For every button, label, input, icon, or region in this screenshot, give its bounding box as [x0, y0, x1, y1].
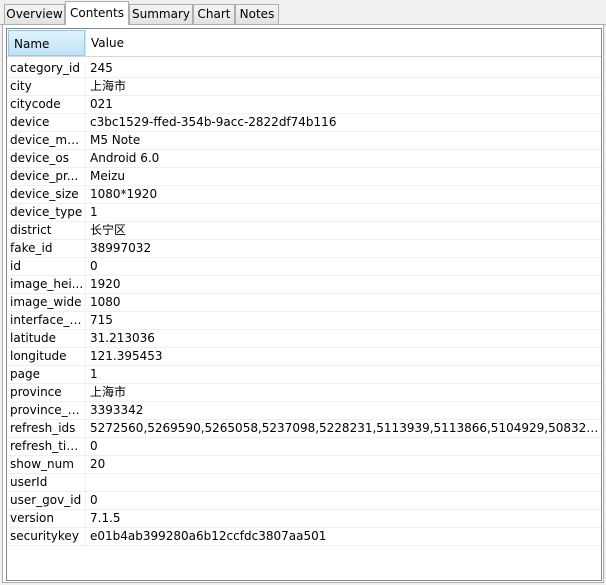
property-value: 38997032: [85, 240, 601, 257]
property-value: 1: [85, 204, 601, 221]
contents-panel: Name Value category_id 245 city 上海市 citycode…: [2, 25, 604, 583]
property-value: 31.213036: [85, 330, 601, 347]
property-name: device_pr...: [10, 169, 79, 183]
property-name: securitykey: [10, 529, 79, 543]
list-item[interactable]: device_size 1080*1920: [7, 186, 601, 204]
property-value: 上海市: [85, 78, 601, 95]
property-name: district: [10, 223, 52, 237]
list-item[interactable]: interface_c... 715: [7, 312, 601, 330]
list-rows: category_id 245 city 上海市 citycode 021 device c3…: [7, 60, 601, 546]
property-name: userId: [10, 475, 48, 489]
list-item[interactable]: device c3bc1529-ffed-354b-9acc-2822df74b1…: [7, 114, 601, 132]
property-value: 上海市: [85, 384, 601, 401]
list-item[interactable]: province 上海市: [7, 384, 601, 402]
column-header-name[interactable]: Name: [8, 30, 85, 56]
property-value: 1: [85, 366, 601, 383]
property-value: 20: [85, 456, 601, 473]
list-item[interactable]: image_hei... 1920: [7, 276, 601, 294]
property-name: image_wide: [10, 295, 82, 309]
property-value: c3bc1529-ffed-354b-9acc-2822df74b116: [85, 114, 601, 131]
list-item[interactable]: citycode 021: [7, 96, 601, 114]
tab-bar: Overview Contents Summary Chart Notes: [0, 0, 606, 25]
property-name: citycode: [10, 97, 61, 111]
property-name: page: [10, 367, 40, 381]
list-item[interactable]: version 7.1.5: [7, 510, 601, 528]
list-item[interactable]: page 1: [7, 366, 601, 384]
list-header: Name Value: [7, 30, 601, 57]
property-value: 0: [85, 258, 601, 275]
property-name: device: [10, 115, 50, 129]
property-name: province: [10, 385, 62, 399]
property-value: M5 Note: [85, 132, 601, 149]
list-item[interactable]: id 0: [7, 258, 601, 276]
property-name: latitude: [10, 331, 57, 345]
list-item[interactable]: province_c... 3393342: [7, 402, 601, 420]
property-value: 715: [85, 312, 601, 329]
tab-contents[interactable]: Contents: [65, 1, 129, 25]
list-item[interactable]: category_id 245: [7, 60, 601, 78]
list-item[interactable]: district 长宁区: [7, 222, 601, 240]
list-item[interactable]: longitude 121.395453: [7, 348, 601, 366]
column-header-value[interactable]: Value: [85, 30, 601, 56]
list-item[interactable]: device_type 1: [7, 204, 601, 222]
list-item[interactable]: fake_id 38997032: [7, 240, 601, 258]
property-name: version: [10, 511, 54, 525]
list-item[interactable]: user_gov_id 0: [7, 492, 601, 510]
tab-overview[interactable]: Overview: [4, 4, 65, 24]
property-value: 245: [85, 60, 601, 77]
tab-notes[interactable]: Notes: [235, 4, 279, 24]
property-value: 021: [85, 96, 601, 113]
property-value: 0: [85, 492, 601, 509]
property-name: province_c...: [10, 403, 85, 417]
property-value: Android 6.0: [85, 150, 601, 167]
property-value: 5272560,5269590,5265058,5237098,5228231,…: [85, 420, 601, 437]
property-name: user_gov_id: [10, 493, 82, 507]
property-name: device_mo...: [10, 133, 85, 147]
property-name: refresh_ids: [10, 421, 76, 435]
list-item[interactable]: device_mo... M5 Note: [7, 132, 601, 150]
property-value: 1920: [85, 276, 601, 293]
property-name: interface_c...: [10, 313, 85, 327]
list-item[interactable]: image_wide 1080: [7, 294, 601, 312]
property-value: Meizu: [85, 168, 601, 185]
property-value: 1080*1920: [85, 186, 601, 203]
list-item[interactable]: latitude 31.213036: [7, 330, 601, 348]
property-value: 1080: [85, 294, 601, 311]
property-value: 长宁区: [85, 222, 601, 239]
property-value: [85, 474, 601, 491]
property-name: show_num: [10, 457, 74, 471]
list-item[interactable]: refresh_ids 5272560,5269590,5265058,52370…: [7, 420, 601, 438]
property-value: 121.395453: [85, 348, 601, 365]
property-name: device_os: [10, 151, 70, 165]
list-item[interactable]: securitykey e01b4ab399280a6b12ccfdc3807aa…: [7, 528, 601, 546]
list-item[interactable]: device_os Android 6.0: [7, 150, 601, 168]
property-name: id: [10, 259, 21, 273]
property-value: 3393342: [85, 402, 601, 419]
list-item[interactable]: device_pr... Meizu: [7, 168, 601, 186]
tab-chart[interactable]: Chart: [193, 4, 235, 24]
property-value: e01b4ab399280a6b12ccfdc3807aa501: [85, 528, 601, 545]
list-item[interactable]: refresh_time 0: [7, 438, 601, 456]
list-item[interactable]: city 上海市: [7, 78, 601, 96]
property-name: device_type: [10, 205, 83, 219]
property-name: device_size: [10, 187, 79, 201]
list-item[interactable]: show_num 20: [7, 456, 601, 474]
properties-list[interactable]: Name Value category_id 245 city 上海市 citycode…: [6, 28, 602, 581]
property-name: city: [10, 79, 32, 93]
tab-summary[interactable]: Summary: [129, 4, 193, 24]
property-value: 0: [85, 438, 601, 455]
property-name: category_id: [10, 61, 80, 75]
property-name: fake_id: [10, 241, 53, 255]
property-name: refresh_time: [10, 439, 85, 453]
property-name: image_hei...: [10, 277, 84, 291]
property-name: longitude: [10, 349, 67, 363]
list-item[interactable]: userId: [7, 474, 601, 492]
property-value: 7.1.5: [85, 510, 601, 527]
